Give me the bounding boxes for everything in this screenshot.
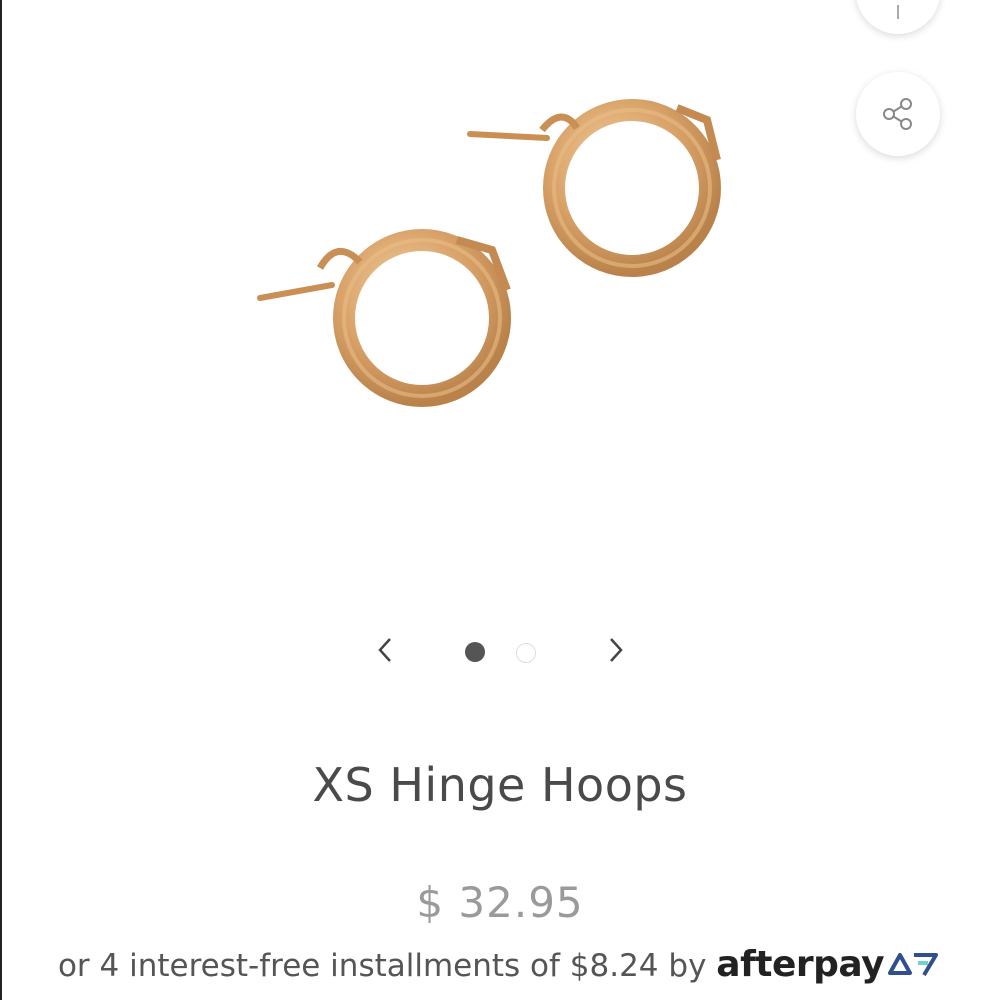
product-price: $ 32.95 bbox=[416, 878, 584, 927]
plus-icon bbox=[897, 5, 899, 19]
carousel-dot-1[interactable] bbox=[465, 642, 485, 662]
chevron-left-icon bbox=[378, 638, 391, 662]
installments-text: or 4 interest-free installments of $8.24… bbox=[57, 948, 707, 984]
carousel-dot-2[interactable] bbox=[516, 643, 536, 663]
carousel-prev-button[interactable] bbox=[365, 628, 405, 672]
earrings-illustration bbox=[257, 99, 721, 407]
chevron-right-icon bbox=[610, 638, 623, 662]
carousel-next-button[interactable] bbox=[596, 628, 636, 672]
product-title: XS Hinge Hoops bbox=[312, 758, 688, 812]
afterpay-brand[interactable]: afterpay bbox=[716, 944, 884, 985]
afterpay-logo-icon bbox=[888, 953, 939, 977]
share-icon bbox=[883, 98, 912, 130]
hoop-earring-right bbox=[467, 99, 721, 277]
afterpay-installments: or 4 interest-free installments of $8.24… bbox=[0, 944, 1000, 985]
product-image[interactable] bbox=[2, 0, 1000, 600]
hoop-earring-left bbox=[257, 229, 511, 407]
share-button[interactable] bbox=[856, 72, 940, 156]
